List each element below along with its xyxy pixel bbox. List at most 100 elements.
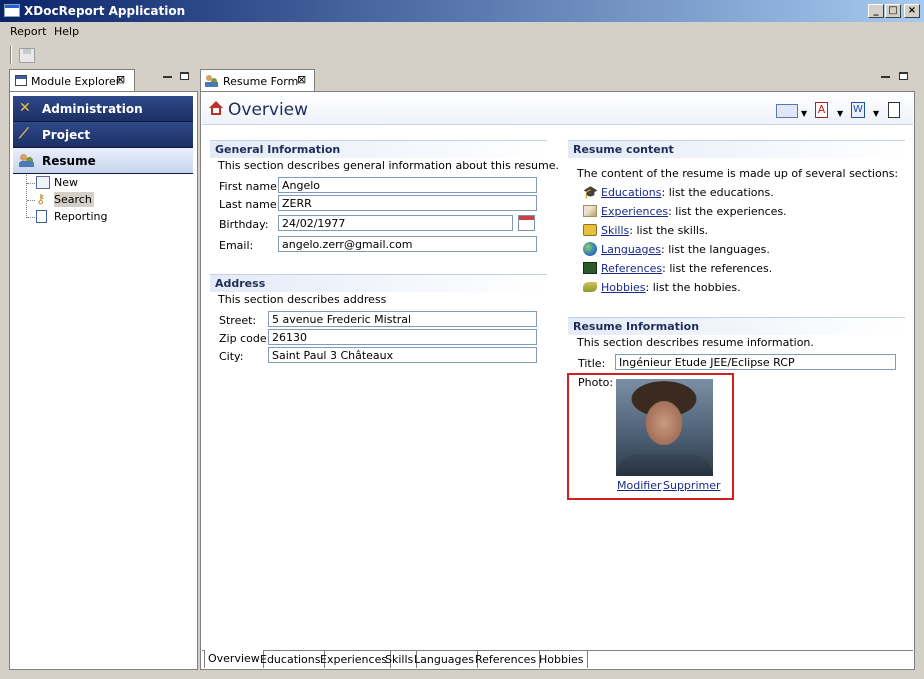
page-title: Overview — [228, 100, 309, 120]
close-icon[interactable]: ⊠ — [297, 73, 306, 86]
resume-information-header[interactable]: Resume Information — [568, 317, 905, 335]
minimize-window-button[interactable]: _ — [868, 4, 884, 18]
hobbies-text: : list the hobbies. — [645, 281, 741, 294]
city-field[interactable]: Saint Paul 3 Châteaux — [268, 347, 537, 363]
resume-form-tab-label: Resume Form — [223, 75, 299, 88]
email-field[interactable]: angelo.zerr@gmail.com — [278, 236, 537, 252]
city-label: City: — [219, 350, 244, 363]
menu-bar: Report Help — [0, 22, 924, 42]
minimize-view-icon[interactable] — [163, 76, 172, 78]
chevron-down-icon[interactable]: ▼ — [801, 109, 807, 118]
tree-connector — [26, 175, 27, 218]
close-icon[interactable]: ⊠ — [116, 73, 125, 86]
modify-photo-link[interactable]: Modifier — [617, 479, 661, 492]
form-page-tabs: Overview Educations Experiences Skills L… — [202, 650, 913, 668]
tab-educations[interactable]: Educations — [257, 651, 325, 668]
chevron-down-icon[interactable]: ▼ — [837, 109, 843, 118]
general-information-title: General Information — [215, 143, 341, 156]
pdf-export-icon[interactable]: A — [815, 102, 828, 118]
document-icon[interactable] — [888, 102, 900, 118]
users-icon — [205, 74, 219, 88]
educations-link[interactable]: Educations — [601, 186, 662, 199]
resume-information-title: Resume Information — [573, 320, 700, 333]
skills-icon — [583, 224, 597, 236]
maximize-view-icon[interactable] — [899, 72, 908, 80]
menu-help[interactable]: Help — [52, 25, 81, 38]
tab-languages[interactable]: Languages — [411, 651, 479, 668]
nav-project[interactable]: ⟋ Project — [13, 122, 193, 148]
graduation-cap-icon: 🎓 — [583, 185, 598, 199]
general-information-header[interactable]: General Information — [210, 140, 547, 158]
skills-text: : list the skills. — [629, 224, 709, 237]
tree-connector — [27, 217, 35, 218]
profile-photo[interactable] — [616, 379, 713, 476]
delete-photo-link[interactable]: Supprimer — [663, 479, 721, 492]
word-export-icon[interactable]: W — [851, 102, 865, 118]
languages-text: : list the languages. — [661, 243, 770, 256]
last-name-label: Last name: — [219, 198, 281, 211]
resume-information-description: This section describes resume informatio… — [577, 336, 814, 349]
experiences-link[interactable]: Experiences — [601, 205, 668, 218]
hammer-icon: ⟋ — [19, 126, 29, 142]
maximize-window-button[interactable]: □ — [885, 4, 901, 18]
tree-item-reporting[interactable]: Reporting — [36, 209, 108, 225]
nav-project-label: Project — [42, 128, 91, 142]
hobbies-icon — [583, 282, 597, 292]
module-explorer-tab[interactable]: Module Explorer ⊠ — [9, 69, 135, 92]
first-name-field[interactable]: Angelo — [278, 177, 537, 193]
nav-administration[interactable]: ✕ Administration — [13, 96, 193, 122]
address-header[interactable]: Address — [210, 274, 547, 292]
chevron-down-icon[interactable]: ▼ — [873, 109, 879, 118]
nav-administration-label: Administration — [42, 102, 143, 116]
maximize-view-icon[interactable] — [180, 72, 189, 80]
report-icon — [36, 210, 47, 223]
references-link[interactable]: References — [601, 262, 662, 275]
photo-label: Photo: — [578, 376, 614, 389]
tree-item-new[interactable]: New — [36, 175, 86, 191]
last-name-field[interactable]: ZERR — [278, 195, 537, 211]
resume-content-header[interactable]: Resume content — [568, 140, 905, 158]
resume-form-tab[interactable]: Resume Form ⊠ — [200, 69, 315, 92]
birthday-field[interactable]: 24/02/1977 — [278, 215, 513, 231]
tree-connector — [27, 200, 35, 201]
tab-hobbies[interactable]: Hobbies — [536, 651, 588, 668]
address-description: This section describes address — [218, 293, 387, 306]
educations-text: : list the educations. — [661, 186, 774, 199]
home-icon — [209, 101, 224, 116]
street-label: Street: — [219, 314, 257, 327]
form-icon — [36, 176, 50, 189]
tree-connector — [27, 183, 35, 184]
menu-report[interactable]: Report — [8, 25, 48, 38]
close-window-button[interactable]: × — [904, 4, 920, 18]
address-title: Address — [215, 277, 266, 290]
email-label: Email: — [219, 239, 254, 252]
save-icon[interactable] — [19, 48, 35, 63]
street-field[interactable]: 5 avenue Frederic Mistral — [268, 311, 537, 327]
experience-icon — [583, 205, 597, 217]
tab-overview[interactable]: Overview — [204, 650, 264, 668]
resume-content-title: Resume content — [573, 143, 674, 156]
title-field[interactable]: Ingénieur Etude JEE/Eclipse RCP — [615, 354, 896, 370]
experiences-text: : list the experiences. — [668, 205, 787, 218]
general-information-description: This section describes general informati… — [218, 159, 559, 172]
references-icon — [583, 262, 597, 274]
title-label: Title: — [578, 357, 606, 370]
nav-resume-label: Resume — [42, 154, 96, 168]
tab-references[interactable]: References — [472, 651, 541, 668]
minimize-view-icon[interactable] — [881, 76, 890, 78]
tree-item-reporting-label: Reporting — [54, 210, 108, 223]
tree-item-search[interactable]: ⚷ Search — [36, 192, 94, 208]
users-icon — [19, 152, 35, 168]
html-export-icon[interactable] — [776, 104, 798, 118]
zip-code-field[interactable]: 26130 — [268, 329, 537, 345]
title-bar: XDocReport Application _ □ × — [0, 0, 924, 22]
window-title: XDocReport Application — [24, 4, 186, 18]
languages-link[interactable]: Languages — [601, 243, 661, 256]
tab-experiences[interactable]: Experiences — [317, 651, 392, 668]
app-icon — [4, 4, 20, 17]
calendar-icon[interactable] — [518, 215, 535, 231]
nav-resume[interactable]: Resume — [13, 148, 193, 174]
hobbies-link[interactable]: Hobbies — [601, 281, 646, 294]
skills-link[interactable]: Skills — [601, 224, 629, 237]
first-name-label: First name: — [219, 180, 281, 193]
